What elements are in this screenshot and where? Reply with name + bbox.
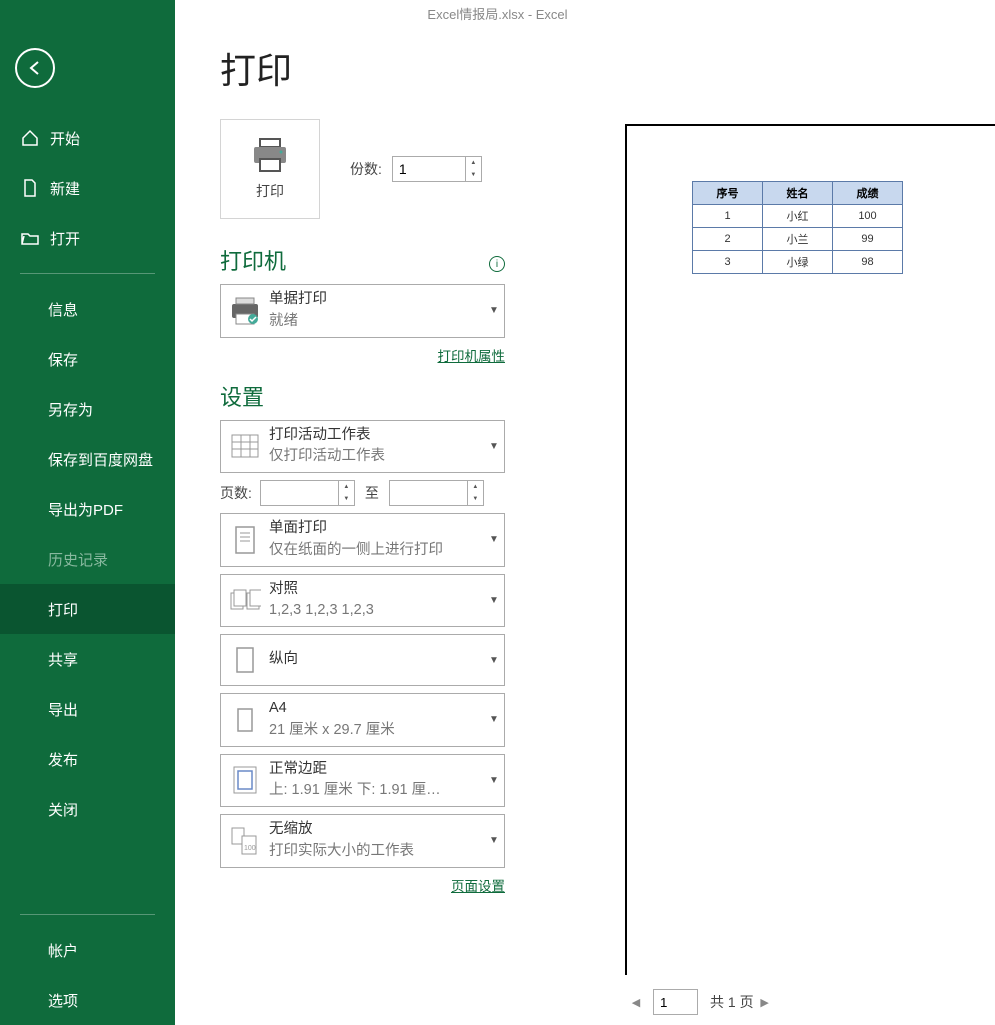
page-navigation: ◀ 共 1 页 ▶ (625, 989, 776, 1015)
paper-select[interactable]: A4 21 厘米 x 29.7 厘米 ▼ (220, 693, 505, 747)
sidebar-item-label: 打开 (50, 228, 80, 249)
sidebar-item-info[interactable]: 信息 (0, 284, 175, 334)
sidebar: 开始 新建 打开 信息 保存 另存为 保存到百度网盘 导出为PDF 历史记录 打… (0, 0, 175, 1025)
chevron-down-icon: ▼ (484, 534, 504, 545)
printer-section-title: 打印机 (220, 244, 286, 276)
pages-from-spinner[interactable]: ▲▼ (260, 480, 355, 506)
print-scope-select[interactable]: 打印活动工作表 仅打印活动工作表 ▼ (220, 420, 505, 474)
info-icon[interactable]: i (489, 256, 505, 272)
spinner-up-icon[interactable]: ▲ (466, 157, 481, 169)
table-header: 姓名 (763, 182, 833, 205)
margins-select[interactable]: 正常边距 上: 1.91 厘米 下: 1.91 厘… ▼ (220, 754, 505, 808)
next-page-button[interactable]: ▶ (754, 991, 776, 1013)
spinner-down-icon[interactable]: ▼ (339, 493, 354, 505)
print-button[interactable]: 打印 (220, 119, 320, 219)
printer-icon (250, 137, 290, 173)
sidebar-item-print[interactable]: 打印 (0, 584, 175, 634)
table-header: 序号 (693, 182, 763, 205)
spinner-up-icon[interactable]: ▲ (339, 481, 354, 493)
chevron-down-icon: ▼ (484, 775, 504, 786)
divider (20, 914, 155, 915)
sidebar-item-save[interactable]: 保存 (0, 334, 175, 384)
sidebar-item-publish[interactable]: 发布 (0, 734, 175, 784)
sidebar-item-history: 历史记录 (0, 534, 175, 584)
margins-icon (221, 759, 269, 801)
svg-text:100: 100 (244, 845, 256, 852)
sided-select[interactable]: 单面打印 仅在纸面的一侧上进行打印 ▼ (220, 513, 505, 567)
preview-table: 序号姓名成绩 1小红1002小兰993小绿98 (692, 181, 903, 274)
spinner-down-icon[interactable]: ▼ (466, 169, 481, 181)
arrow-left-icon (25, 58, 45, 78)
printer-name: 单据打印 (269, 289, 484, 311)
sidebar-item-account[interactable]: 帐户 (0, 925, 175, 975)
chevron-down-icon: ▼ (484, 835, 504, 846)
printer-select[interactable]: 单据打印 就绪 ▼ (220, 284, 505, 338)
pages-label: 页数: (220, 483, 252, 503)
page-title: 打印 (220, 42, 995, 94)
page-setup-link[interactable]: 页面设置 (451, 879, 505, 894)
sidebar-item-label: 新建 (50, 178, 80, 199)
pages-from-input[interactable] (261, 481, 338, 505)
file-icon (20, 178, 40, 198)
sidebar-item-share[interactable]: 共享 (0, 634, 175, 684)
sidebar-item-new[interactable]: 新建 (0, 163, 175, 213)
divider (20, 273, 155, 274)
print-button-label: 打印 (256, 181, 284, 201)
page-total-label: 共 1 页 (710, 992, 754, 1012)
collate-select[interactable]: 对照 1,2,3 1,2,3 1,2,3 ▼ (220, 574, 505, 628)
scaling-select[interactable]: 100 无缩放 打印实际大小的工作表 ▼ (220, 814, 505, 868)
orientation-select[interactable]: 纵向 ▼ (220, 634, 505, 686)
printer-status: 就绪 (269, 311, 484, 333)
chevron-down-icon: ▼ (484, 714, 504, 725)
chevron-down-icon: ▼ (484, 595, 504, 606)
table-row: 1小红100 (693, 205, 903, 228)
printer-ready-icon (221, 290, 269, 332)
copies-label: 份数: (350, 159, 382, 179)
table-row: 3小绿98 (693, 251, 903, 274)
back-button[interactable] (15, 48, 55, 88)
collate-icon (221, 579, 269, 621)
pages-to-label: 至 (365, 483, 379, 503)
single-sided-icon (221, 519, 269, 561)
chevron-down-icon: ▼ (484, 655, 504, 666)
table-header: 成绩 (833, 182, 903, 205)
pages-to-input[interactable] (390, 481, 467, 505)
prev-page-button[interactable]: ◀ (625, 991, 647, 1013)
sidebar-item-options[interactable]: 选项 (0, 975, 175, 1025)
chevron-down-icon: ▼ (484, 441, 504, 452)
folder-open-icon (20, 228, 40, 248)
table-row: 2小兰99 (693, 228, 903, 251)
scaling-icon: 100 (221, 820, 269, 862)
sidebar-item-home[interactable]: 开始 (0, 113, 175, 163)
printer-properties-link[interactable]: 打印机属性 (438, 349, 506, 364)
home-icon (20, 128, 40, 148)
copies-input[interactable] (393, 161, 465, 177)
portrait-icon (221, 639, 269, 681)
spinner-up-icon[interactable]: ▲ (468, 481, 483, 493)
sidebar-item-export[interactable]: 导出 (0, 684, 175, 734)
spinner-down-icon[interactable]: ▼ (468, 493, 483, 505)
current-page-input[interactable] (653, 989, 698, 1015)
paper-size-icon (221, 699, 269, 741)
sidebar-item-save-baidu[interactable]: 保存到百度网盘 (0, 434, 175, 484)
sidebar-item-saveas[interactable]: 另存为 (0, 384, 175, 434)
sidebar-item-open[interactable]: 打开 (0, 213, 175, 263)
chevron-down-icon: ▼ (484, 305, 504, 316)
sidebar-item-export-pdf[interactable]: 导出为PDF (0, 484, 175, 534)
pages-to-spinner[interactable]: ▲▼ (389, 480, 484, 506)
worksheet-icon (221, 425, 269, 467)
sidebar-item-label: 开始 (50, 128, 80, 149)
sidebar-item-close[interactable]: 关闭 (0, 784, 175, 834)
print-preview: 序号姓名成绩 1小红1002小兰993小绿98 (625, 124, 995, 975)
copies-spinner[interactable]: ▲ ▼ (392, 156, 482, 182)
